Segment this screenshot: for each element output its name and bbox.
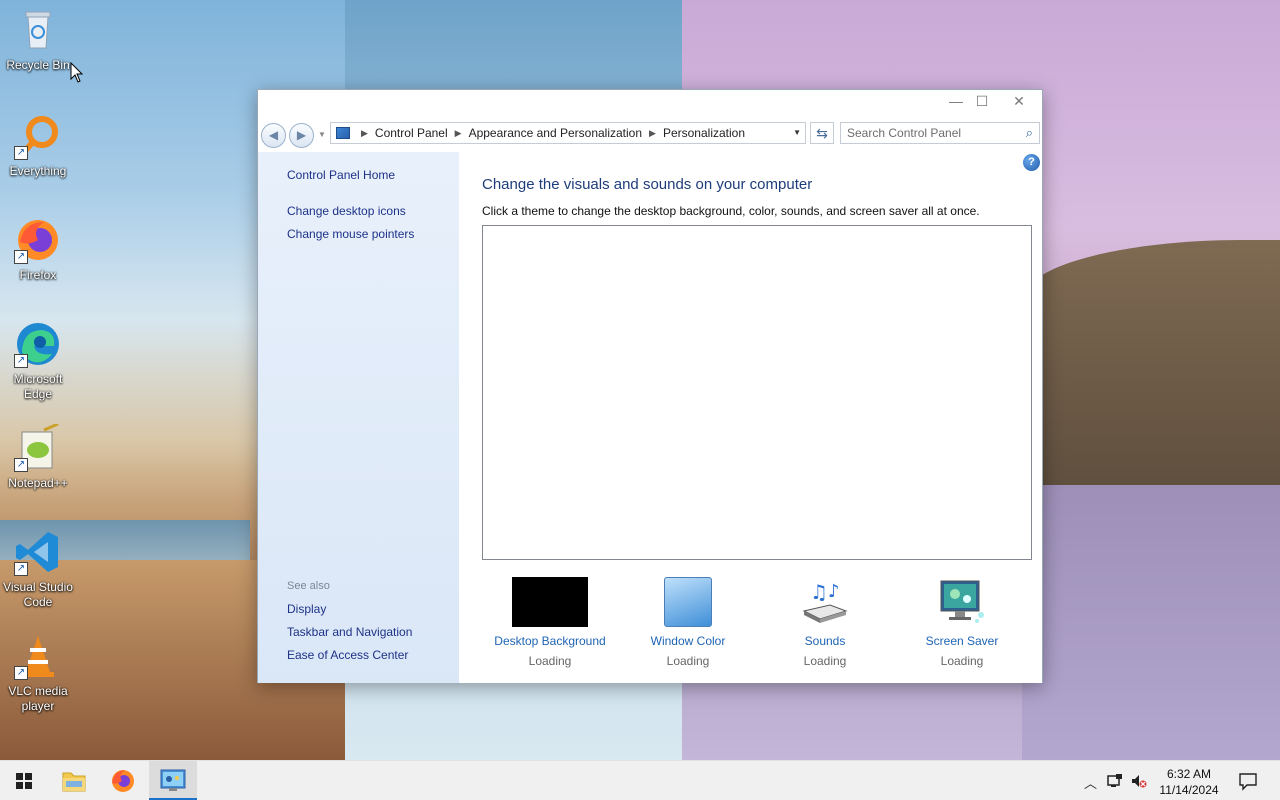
breadcrumb-separator-icon[interactable]: ▶	[649, 128, 656, 139]
everything-search-icon: ↗	[14, 112, 62, 160]
notifications-icon[interactable]	[1238, 771, 1258, 794]
refresh-icon: ⇆	[816, 125, 828, 141]
svg-text:♫: ♫	[810, 580, 828, 604]
breadcrumb-personalization[interactable]: Personalization	[663, 126, 745, 140]
breadcrumb-control-panel[interactable]: Control Panel	[375, 126, 448, 140]
forward-button[interactable]: ▶	[289, 123, 314, 148]
desktop-background-thumbnail	[512, 577, 588, 627]
notepad-plus-plus-icon: ↗	[14, 422, 62, 472]
clock-date: 11/14/2024	[1159, 783, 1219, 797]
main-content: ? Change the visuals and sounds on your …	[459, 152, 1042, 683]
option-status: Loading	[803, 654, 847, 668]
breadcrumb-separator-icon[interactable]: ▶	[361, 128, 368, 139]
option-status: Loading	[528, 654, 572, 668]
show-hidden-icons-chevron-icon[interactable]: ︿	[1084, 773, 1097, 792]
firefox-icon	[112, 770, 134, 792]
desktop-icon-label: Notepad++	[8, 476, 68, 490]
sounds-keyboard-icon: ♫ ♪	[800, 577, 850, 627]
taskbar-control-panel[interactable]	[149, 761, 197, 800]
help-icon[interactable]: ?	[1023, 154, 1040, 171]
address-bar[interactable]: ▶ Control Panel ▶ Appearance and Persona…	[330, 122, 806, 144]
microsoft-edge-icon: ↗	[14, 320, 62, 368]
desktop-icon-recycle-bin[interactable]: Recycle Bin	[0, 6, 76, 73]
option-desktop-background[interactable]: Desktop Background Loading	[485, 577, 615, 668]
sidebar-link-change-desktop-icons[interactable]: Change desktop icons	[287, 204, 406, 218]
themes-list[interactable]	[482, 225, 1032, 560]
desktop-icon-microsoft-edge[interactable]: ↗ Microsoft Edge	[0, 320, 76, 402]
navigation-bar: ◀ ▶ ▼ ▶ Control Panel ▶ Appearance and P…	[258, 114, 1042, 152]
mouse-cursor-icon	[70, 61, 84, 87]
shortcut-arrow-icon: ↗	[14, 458, 28, 472]
address-dropdown-icon[interactable]: ▼	[793, 128, 801, 137]
option-status: Loading	[940, 654, 984, 668]
option-label[interactable]: Sounds	[760, 634, 890, 648]
vlc-cone-icon: ↗	[14, 632, 62, 680]
sidebar-link-change-mouse-pointers[interactable]: Change mouse pointers	[287, 227, 414, 241]
file-explorer-folder-icon	[62, 772, 86, 792]
desktop-icon-firefox[interactable]: ↗ Firefox	[0, 216, 76, 283]
desktop-icon-everything[interactable]: ↗ Everything	[0, 112, 76, 179]
start-button[interactable]	[0, 761, 48, 800]
see-also-link-ease-of-access[interactable]: Ease of Access Center	[287, 648, 408, 662]
shortcut-arrow-icon: ↗	[14, 666, 28, 680]
clock-time: 6:32 AM	[1166, 767, 1212, 781]
desktop-icon-notepad-plus-plus[interactable]: ↗ Notepad++	[0, 422, 76, 491]
screen-saver-monitor-icon	[937, 577, 987, 627]
taskbar-file-explorer[interactable]	[50, 761, 98, 800]
firefox-icon: ↗	[14, 216, 62, 264]
search-icon[interactable]: ⌕	[1026, 125, 1033, 141]
see-also-link-taskbar[interactable]: Taskbar and Navigation	[287, 625, 412, 639]
recycle-bin-icon	[14, 6, 62, 54]
title-bar[interactable]: — ☐ ✕	[258, 90, 1042, 114]
control-panel-icon	[336, 127, 350, 139]
search-placeholder: Search Control Panel	[847, 126, 962, 140]
page-title: Change the visuals and sounds on your co…	[482, 176, 813, 193]
option-status: Loading	[666, 654, 710, 668]
shortcut-arrow-icon: ↗	[14, 250, 28, 264]
desktop-icon-label: VLC media player	[8, 684, 68, 713]
forward-arrow-icon: ▶	[296, 128, 307, 142]
system-clock[interactable]: 6:32 AM 11/14/2024	[1150, 766, 1228, 798]
option-sounds[interactable]: ♫ ♪ Sounds Loading	[760, 577, 890, 668]
option-screen-saver[interactable]: Screen Saver Loading	[897, 577, 1027, 668]
shortcut-arrow-icon: ↗	[14, 354, 28, 368]
search-input[interactable]: Search Control Panel ⌕	[840, 122, 1040, 144]
desktop-icon-label: Recycle Bin	[6, 58, 70, 72]
breadcrumb-separator-icon[interactable]: ▶	[455, 128, 462, 139]
svg-text:♪: ♪	[828, 581, 840, 602]
see-also-link-display[interactable]: Display	[287, 602, 326, 616]
shortcut-arrow-icon: ↗	[14, 562, 28, 576]
control-panel-icon	[160, 769, 186, 791]
refresh-button[interactable]: ⇆	[810, 122, 834, 144]
page-subtitle: Click a theme to change the desktop back…	[482, 204, 980, 218]
taskbar: ︿ 6:32 AM 11/14/2024	[0, 760, 1280, 800]
maximize-button[interactable]: ☐	[964, 90, 1000, 114]
visual-studio-code-icon: ↗	[14, 528, 62, 576]
personalization-window: — ☐ ✕ ◀ ▶ ▼ ▶ Control Panel ▶ Appearance…	[257, 89, 1043, 683]
see-also-heading: See also	[287, 580, 330, 592]
shortcut-arrow-icon: ↗	[14, 146, 28, 160]
network-icon[interactable]	[1106, 772, 1124, 793]
option-label[interactable]: Screen Saver	[897, 634, 1027, 648]
sidebar-link-control-panel-home[interactable]: Control Panel Home	[287, 168, 395, 182]
back-button[interactable]: ◀	[261, 123, 286, 148]
taskbar-firefox[interactable]	[99, 761, 147, 800]
desktop-icon-label: Everything	[9, 164, 67, 178]
window-color-swatch-icon	[664, 577, 712, 627]
option-label[interactable]: Desktop Background	[485, 634, 615, 648]
sidebar: Control Panel Home Change desktop icons …	[258, 152, 459, 683]
desktop-icon-label: Microsoft Edge	[13, 372, 63, 401]
desktop-icon-vlc[interactable]: ↗ VLC media player	[0, 632, 76, 714]
volume-muted-icon[interactable]	[1130, 772, 1148, 793]
back-arrow-icon: ◀	[268, 128, 279, 142]
desktop-icon-visual-studio-code[interactable]: ↗ Visual Studio Code	[0, 528, 76, 610]
desktop-icon-label: Visual Studio Code	[3, 580, 73, 609]
windows-logo-icon	[16, 773, 32, 789]
breadcrumb-appearance[interactable]: Appearance and Personalization	[469, 126, 642, 140]
option-window-color[interactable]: Window Color Loading	[623, 577, 753, 668]
option-label[interactable]: Window Color	[623, 634, 753, 648]
recent-locations-chevron-icon[interactable]: ▼	[318, 130, 326, 139]
close-button[interactable]: ✕	[1001, 90, 1037, 114]
desktop-icon-label: Firefox	[19, 268, 57, 282]
